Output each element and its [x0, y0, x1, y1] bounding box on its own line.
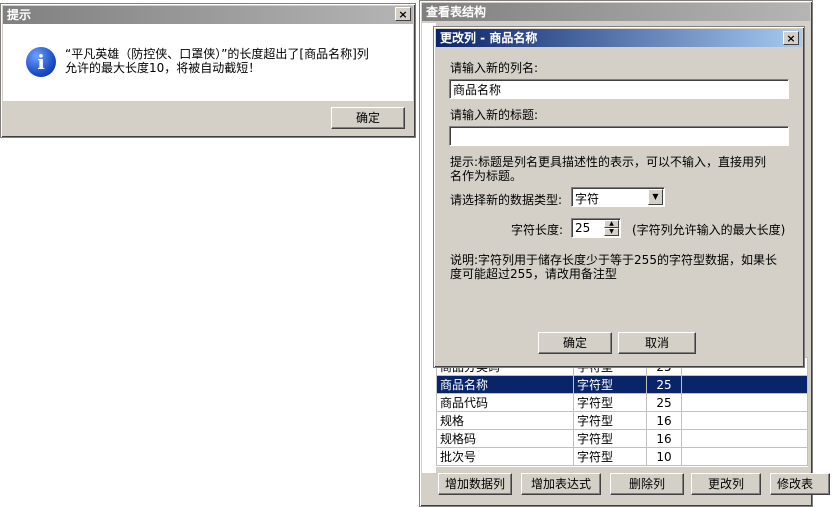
column-type-cell: 字符型	[573, 429, 647, 448]
table-row[interactable]: 规格 字符型 16	[436, 411, 808, 430]
new-name-label: 请输入新的列名:	[450, 61, 539, 75]
table-row[interactable]: 商品名称 字符型 25	[436, 375, 808, 394]
ok-button[interactable]: 确定	[538, 332, 612, 354]
column-length-cell: 25	[646, 393, 682, 412]
column-length-cell: 16	[646, 429, 682, 448]
column-length-cell: 16	[646, 411, 682, 430]
column-type-cell: 字符型	[573, 375, 647, 394]
data-type-label: 请选择新的数据类型:	[450, 193, 563, 207]
hint-line-2: 名作为标题。	[450, 169, 523, 183]
column-name-cell: 规格码	[436, 429, 574, 448]
new-title-label: 请输入新的标题:	[450, 108, 539, 122]
table-row[interactable]: 批次号 字符型 10	[436, 447, 808, 466]
filler-cell	[681, 447, 808, 466]
filler-cell	[681, 393, 808, 412]
column-name-cell: 商品代码	[436, 393, 574, 412]
table-row[interactable]: 商品代码 字符型 25	[436, 393, 808, 412]
close-icon[interactable]: ×	[395, 7, 411, 21]
filler-cell	[681, 411, 808, 430]
new-name-input[interactable]: 商品名称	[449, 79, 789, 99]
column-name-cell: 批次号	[436, 447, 574, 466]
column-name-cell: 规格	[436, 411, 574, 430]
table-row[interactable]: 规格码 字符型 16	[436, 429, 808, 448]
delete-column-button[interactable]: 删除列	[610, 473, 684, 495]
column-length-cell: 25	[646, 375, 682, 394]
close-icon[interactable]: ×	[783, 31, 799, 45]
char-length-note: (字符列允许输入的最大长度)	[632, 223, 786, 237]
change-column-button[interactable]: 更改列	[691, 473, 761, 495]
change-column-dialog-title: 更改列 - 商品名称	[436, 29, 802, 47]
data-type-select[interactable]: 字符 ▼	[571, 187, 665, 207]
column-length-cell: 10	[646, 447, 682, 466]
data-type-value: 字符	[575, 192, 600, 206]
add-expression-button[interactable]: 增加表达式	[521, 473, 601, 495]
new-title-input[interactable]	[449, 126, 789, 146]
column-type-cell: 字符型	[573, 393, 647, 412]
char-length-stepper[interactable]: 25 ▲ ▼	[571, 218, 621, 238]
alert-ok-button[interactable]: 确定	[331, 107, 405, 129]
char-length-value: 25	[575, 221, 591, 235]
stepper-down-icon[interactable]: ▼	[604, 228, 619, 236]
column-name-cell: 商品名称	[436, 375, 574, 394]
filler-cell	[681, 375, 808, 394]
change-column-dialog: 更改列 - 商品名称 × 请输入新的列名: 商品名称 请输入新的标题: 提示:标…	[433, 26, 805, 368]
filler-cell	[681, 429, 808, 448]
alert-title: 提示	[3, 6, 413, 24]
cancel-button[interactable]: 取消	[618, 332, 696, 354]
column-type-cell: 字符型	[573, 447, 647, 466]
alert-dialog: 提示 × i “平凡英雄（防控侠、口罩侠）”的长度超出了[商品名称]列 允许的最…	[0, 3, 416, 138]
chevron-down-icon[interactable]: ▼	[648, 189, 663, 205]
char-length-label: 字符长度:	[511, 223, 564, 237]
structure-window-title: 查看表结构	[422, 3, 810, 21]
column-type-cell: 字符型	[573, 411, 647, 430]
description-line-2: 度可能超过255，请改用备注型	[450, 267, 617, 281]
structure-grid: 商品分类码 字符型 25 商品名称字符型25商品代码字符型25规格字符型16规格…	[436, 357, 808, 467]
alert-message-line-2: 允许的最大长度10，将被自动截短！	[65, 61, 261, 75]
info-icon: i	[26, 47, 56, 77]
add-data-column-button[interactable]: 增加数据列	[438, 473, 512, 495]
stepper-up-icon[interactable]: ▲	[604, 220, 619, 228]
modify-table-button[interactable]: 修改表	[770, 473, 830, 495]
